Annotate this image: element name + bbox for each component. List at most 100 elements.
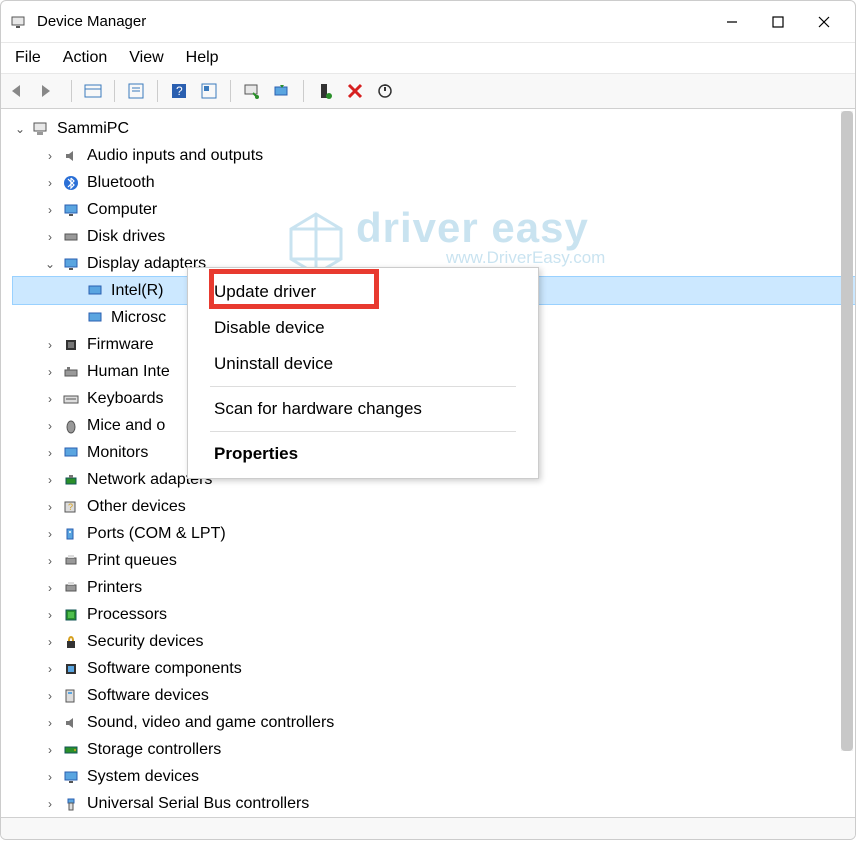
category-label: Print queues — [87, 552, 177, 570]
device-label: Intel(R) — [111, 282, 163, 300]
chevron-right-icon[interactable]: › — [43, 446, 57, 460]
chevron-right-icon[interactable]: › — [43, 392, 57, 406]
tree-category[interactable]: › Disk drives — [13, 223, 855, 250]
category-label: Security devices — [87, 633, 204, 651]
chevron-right-icon[interactable]: › — [43, 473, 57, 487]
tree-category[interactable]: ›? Other devices — [13, 493, 855, 520]
category-label: Disk drives — [87, 228, 165, 246]
scrollbar-thumb[interactable] — [841, 111, 853, 751]
chip-icon — [61, 335, 81, 355]
chevron-right-icon[interactable]: › — [43, 419, 57, 433]
tree-category[interactable]: › Processors — [13, 601, 855, 628]
maximize-button[interactable] — [755, 7, 801, 37]
menu-action[interactable]: Action — [63, 49, 107, 67]
svg-text:?: ? — [68, 502, 73, 512]
enable-icon[interactable] — [312, 78, 338, 104]
tree-category[interactable]: ›Storage controllers — [13, 736, 855, 763]
chevron-right-icon[interactable]: › — [43, 230, 57, 244]
ctx-uninstall-device[interactable]: Uninstall device — [188, 346, 538, 382]
minimize-button[interactable] — [709, 7, 755, 37]
chevron-right-icon[interactable]: › — [43, 662, 57, 676]
chevron-right-icon[interactable]: › — [43, 743, 57, 757]
question-icon: ? — [61, 497, 81, 517]
tree-category[interactable]: › Computer — [13, 196, 855, 223]
chevron-right-icon[interactable]: › — [43, 797, 57, 811]
tree-category[interactable]: › Software devices — [13, 682, 855, 709]
back-button[interactable] — [7, 78, 33, 104]
separator — [210, 431, 516, 432]
chevron-right-icon[interactable]: › — [43, 581, 57, 595]
ctx-scan-hardware[interactable]: Scan for hardware changes — [188, 391, 538, 427]
software-icon — [61, 686, 81, 706]
chevron-right-icon[interactable]: › — [43, 365, 57, 379]
category-label: Other devices — [87, 498, 186, 516]
category-label: Software devices — [87, 687, 209, 705]
usb-icon — [61, 794, 81, 814]
properties-icon[interactable] — [123, 78, 149, 104]
close-button[interactable] — [801, 7, 847, 37]
monitor-icon — [61, 443, 81, 463]
category-label: Computer — [87, 201, 157, 219]
chevron-right-icon[interactable]: › — [43, 716, 57, 730]
help-icon[interactable]: ? — [166, 78, 192, 104]
titlebar: Device Manager — [1, 1, 855, 43]
app-icon — [9, 13, 27, 31]
category-label: Processors — [87, 606, 167, 624]
chevron-down-icon[interactable]: ⌄ — [13, 122, 27, 136]
toolbar: ? — [1, 74, 855, 109]
menubar: File Action View Help — [1, 43, 855, 74]
network-icon — [61, 470, 81, 490]
tree-category[interactable]: ›Ports (COM & LPT) — [13, 520, 855, 547]
show-hidden-icon[interactable] — [80, 78, 106, 104]
chevron-right-icon[interactable]: › — [43, 554, 57, 568]
menu-view[interactable]: View — [129, 49, 163, 67]
refresh-icon[interactable] — [372, 78, 398, 104]
chevron-right-icon[interactable]: › — [43, 149, 57, 163]
svg-text:?: ? — [176, 84, 183, 98]
scan-icon[interactable] — [239, 78, 265, 104]
root-node[interactable]: ⌄ SammiPC — [13, 115, 855, 142]
tree-category[interactable]: ›System devices — [13, 763, 855, 790]
disk-icon — [61, 227, 81, 247]
chevron-right-icon[interactable]: › — [43, 608, 57, 622]
scrollbar[interactable] — [841, 111, 853, 751]
tree-category[interactable]: ›Printers — [13, 574, 855, 601]
tree-category[interactable]: › Universal Serial Bus controllers — [13, 790, 855, 817]
tree-content: driver easy www.DriverEasy.com ⌄ SammiPC… — [1, 109, 855, 840]
ctx-properties[interactable]: Properties — [188, 436, 538, 472]
ctx-update-driver[interactable]: Update driver — [188, 274, 538, 310]
chevron-right-icon[interactable]: › — [43, 527, 57, 541]
root-label: SammiPC — [57, 120, 129, 138]
speaker-icon — [61, 146, 81, 166]
tree-category[interactable]: ›Bluetooth — [13, 169, 855, 196]
tree-category[interactable]: ›Sound, video and game controllers — [13, 709, 855, 736]
forward-button[interactable] — [37, 78, 63, 104]
chevron-right-icon[interactable]: › — [43, 689, 57, 703]
context-menu: Update driver Disable device Uninstall d… — [187, 267, 539, 479]
chevron-right-icon[interactable]: › — [43, 500, 57, 514]
device-manager-window: Device Manager File Action View Help ? — [0, 0, 856, 840]
chevron-right-icon[interactable]: › — [43, 203, 57, 217]
mouse-icon — [61, 416, 81, 436]
printer-icon — [61, 551, 81, 571]
ctx-disable-device[interactable]: Disable device — [188, 310, 538, 346]
tree-category[interactable]: › Print queues — [13, 547, 855, 574]
chevron-right-icon[interactable]: › — [43, 176, 57, 190]
menu-file[interactable]: File — [15, 49, 41, 67]
system-icon — [61, 767, 81, 787]
chevron-right-icon[interactable]: › — [43, 635, 57, 649]
action-icon[interactable] — [196, 78, 222, 104]
chevron-down-icon[interactable]: ⌄ — [43, 257, 57, 271]
hid-icon — [61, 362, 81, 382]
tree-category[interactable]: ›Software components — [13, 655, 855, 682]
tree-category[interactable]: › Security devices — [13, 628, 855, 655]
display-icon — [85, 308, 105, 328]
tree-category[interactable]: ›Audio inputs and outputs — [13, 142, 855, 169]
cpu-icon — [61, 605, 81, 625]
uninstall-icon[interactable] — [342, 78, 368, 104]
menu-help[interactable]: Help — [186, 49, 219, 67]
update-driver-icon[interactable] — [269, 78, 295, 104]
chevron-right-icon[interactable]: › — [43, 770, 57, 784]
category-label: Universal Serial Bus controllers — [87, 795, 309, 813]
chevron-right-icon[interactable]: › — [43, 338, 57, 352]
